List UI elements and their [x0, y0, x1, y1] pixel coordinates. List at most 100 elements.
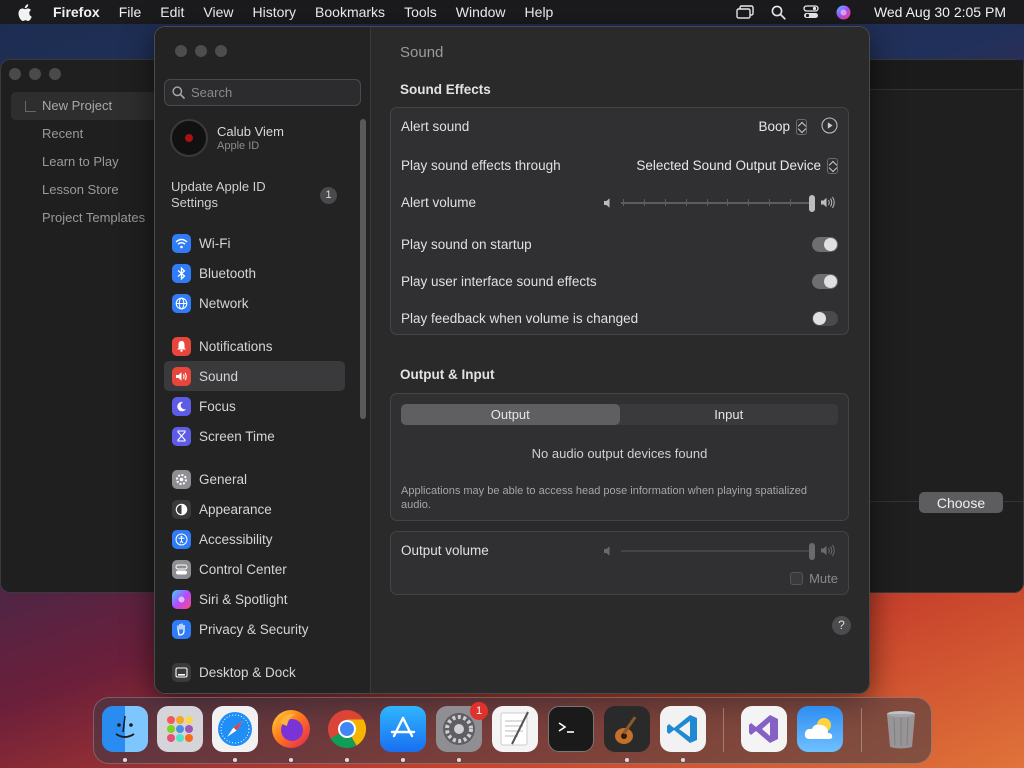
trash-icon[interactable] [878, 706, 924, 752]
launchpad-icon[interactable] [157, 706, 203, 752]
menu-view[interactable]: View [203, 4, 233, 20]
close-button[interactable] [9, 68, 21, 80]
bluetooth-icon [172, 263, 191, 283]
sidebar-item-general[interactable]: General [164, 464, 345, 494]
account-subtitle: Apple ID [217, 140, 260, 152]
slider-tick [790, 198, 792, 206]
volume-feedback-toggle[interactable] [812, 311, 838, 326]
running-indicator-system-settings [457, 758, 461, 762]
output-input-card: Output Input No audio output devices fou… [390, 393, 849, 521]
mute-label: Mute [809, 571, 838, 586]
volume-feedback-label: Play feedback when volume is changed [401, 311, 639, 326]
alert-sound-popup[interactable]: Boop [758, 118, 807, 135]
menu-history[interactable]: History [252, 4, 296, 20]
dock: 1 [93, 697, 932, 764]
menu-clock[interactable]: Wed Aug 30 2:05 PM [874, 4, 1006, 20]
tab-output[interactable]: Output [401, 404, 620, 425]
bg-sidebar-item-lesson-store[interactable]: Lesson Store [11, 176, 156, 204]
chrome-icon[interactable] [324, 706, 370, 752]
output-volume-card: Output volume Mute [390, 531, 849, 595]
sound-effects-card: Alert sound Boop Play sound effects thro… [390, 107, 849, 335]
vscode-icon[interactable] [660, 706, 706, 752]
apple-id-account[interactable]: Calub Viem Apple ID [170, 119, 284, 157]
hand-icon [172, 619, 191, 639]
hourglass-icon [172, 426, 191, 446]
safari-icon[interactable] [212, 706, 258, 752]
search-field[interactable] [164, 79, 361, 106]
bg-sidebar-item-new-project[interactable]: New Project [11, 92, 156, 120]
ui-sound-effects-toggle[interactable] [812, 274, 838, 289]
search-input[interactable] [191, 85, 351, 100]
garageband-icon[interactable] [604, 706, 650, 752]
menu-file[interactable]: File [119, 4, 142, 20]
sidebar-scrollbar[interactable] [360, 119, 366, 419]
spotlight-search-icon[interactable] [771, 5, 786, 20]
menu-help[interactable]: Help [525, 4, 554, 20]
terminal-icon[interactable] [548, 706, 594, 752]
startup-sound-toggle[interactable] [812, 237, 838, 252]
textedit-icon[interactable] [492, 706, 538, 752]
slider-tick [706, 198, 708, 206]
siri-icon[interactable] [836, 5, 851, 20]
minimize-button[interactable] [29, 68, 41, 80]
slider-thumb[interactable] [809, 194, 815, 212]
sidebar-item-sound[interactable]: Sound [164, 361, 345, 391]
tab-input[interactable]: Input [620, 404, 839, 425]
choose-button[interactable]: Choose [919, 492, 1003, 513]
slider-thumb[interactable] [809, 542, 815, 560]
apple-icon[interactable] [17, 3, 39, 21]
weather-icon[interactable] [797, 706, 843, 752]
sidebar-item-desktop-dock[interactable]: Desktop & Dock [164, 657, 345, 687]
sidebar-item-screen-time[interactable]: Screen Time [164, 421, 345, 451]
menu-tools[interactable]: Tools [404, 4, 437, 20]
row-alert-volume: Alert volume [391, 184, 848, 221]
sidebar-item-control-center[interactable]: Control Center [164, 554, 345, 584]
mute-checkbox-box[interactable] [790, 572, 804, 585]
app-store-icon[interactable] [380, 706, 426, 752]
screen-mirroring-icon[interactable] [736, 5, 754, 19]
update-badge: 1 [320, 187, 337, 204]
bg-sidebar-item-project-templates[interactable]: Project Templates [11, 204, 156, 232]
zoom-button[interactable] [215, 45, 227, 57]
play-alert-button[interactable] [821, 116, 838, 137]
sidebar-item-label: Screen Time [199, 428, 275, 444]
sidebar-item-notifications[interactable]: Notifications [164, 331, 345, 361]
visual-studio-icon[interactable] [741, 706, 787, 752]
sidebar-item-label: Siri & Spotlight [199, 591, 288, 607]
alert-volume-slider[interactable] [621, 194, 815, 212]
system-settings-window: Calub Viem Apple ID Update Apple ID Sett… [154, 26, 870, 694]
minimize-button[interactable] [195, 45, 207, 57]
section-heading-output-input: Output & Input [400, 367, 495, 382]
output-volume-slider[interactable] [621, 542, 815, 560]
menu-app-firefox[interactable]: Firefox [53, 4, 100, 20]
menu-bookmarks[interactable]: Bookmarks [315, 4, 385, 20]
bg-sidebar-item-learn-to-play[interactable]: Learn to Play [11, 148, 156, 176]
mute-checkbox[interactable]: Mute [790, 571, 838, 586]
close-button[interactable] [175, 45, 187, 57]
menu-bar: Firefox File Edit View History Bookmarks… [0, 0, 1024, 24]
sidebar-item-focus[interactable]: Focus [164, 391, 345, 421]
output-through-popup[interactable]: Selected Sound Output Device [636, 157, 838, 174]
volume-high-icon [821, 544, 835, 557]
menu-edit[interactable]: Edit [160, 4, 184, 20]
update-apple-id-settings[interactable]: Update Apple ID Settings [171, 179, 291, 211]
sidebar-item-network[interactable]: Network [164, 288, 345, 318]
help-button[interactable]: ? [832, 616, 851, 635]
sidebar-item-privacy-security[interactable]: Privacy & Security [164, 614, 345, 644]
slider-tick [664, 198, 666, 206]
sidebar-item-accessibility[interactable]: Accessibility [164, 524, 345, 554]
finder-icon[interactable] [102, 706, 148, 752]
control-center-icon[interactable] [803, 5, 819, 19]
menu-window[interactable]: Window [456, 4, 506, 20]
sidebar-item-appearance[interactable]: Appearance [164, 494, 345, 524]
toggle-knob [813, 312, 826, 325]
sidebar-item-siri-spotlight[interactable]: Siri & Spotlight [164, 584, 345, 614]
sidebar-item-bluetooth[interactable]: Bluetooth [164, 258, 345, 288]
firefox-icon[interactable] [268, 706, 314, 752]
ui-sound-effects-label: Play user interface sound effects [401, 274, 597, 289]
bg-sidebar-item-recent[interactable]: Recent [11, 120, 156, 148]
zoom-button[interactable] [49, 68, 61, 80]
sidebar-item-wifi[interactable]: Wi-Fi [164, 228, 345, 258]
alert-volume-label: Alert volume [401, 195, 477, 210]
toggle-knob [824, 238, 837, 251]
